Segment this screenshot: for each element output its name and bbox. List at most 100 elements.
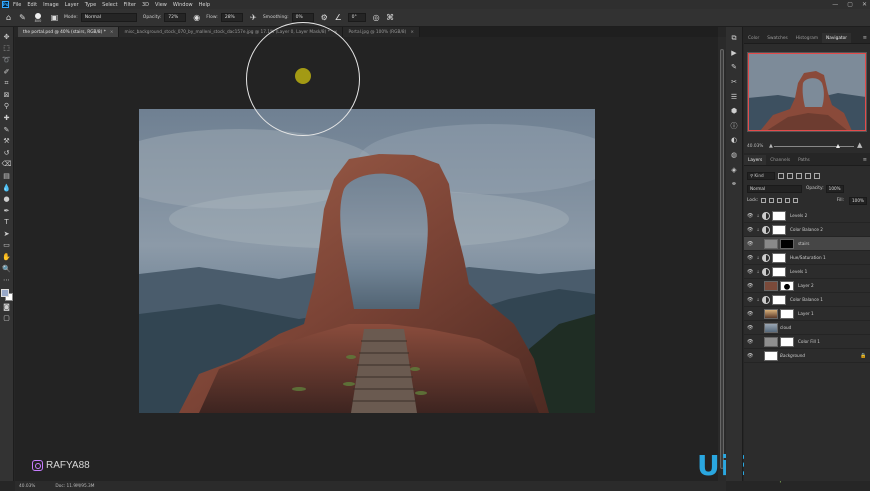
layer-row-layer-2[interactable]: 👁 Layer 2 — [744, 279, 870, 293]
brush-preset-picker[interactable]: 800 — [32, 12, 44, 24]
smart-object-filter-icon[interactable] — [814, 172, 820, 179]
tab-channels[interactable]: Channels — [766, 155, 794, 165]
menu-filter[interactable]: Filter — [124, 2, 136, 8]
home-icon[interactable]: ⌂ — [4, 13, 13, 22]
layer-opacity-field[interactable]: 100% — [825, 184, 844, 193]
adjustment-filter-icon[interactable] — [787, 172, 793, 179]
minimize-icon[interactable]: — — [832, 1, 838, 8]
path-select-tool-icon[interactable]: ➤ — [2, 229, 12, 239]
play-actions-icon[interactable]: ▶ — [729, 48, 739, 58]
layer-row-color-fill-1[interactable]: 👁 Color Fill 1 — [744, 335, 870, 349]
layer-row-levels-2[interactable]: 👁 ↓ Levels 2 — [744, 209, 870, 223]
lock-transparent-icon[interactable] — [761, 198, 767, 203]
panel-menu-icon[interactable]: ≡ — [863, 35, 867, 41]
layer-thumbnail[interactable] — [764, 280, 778, 291]
mode-select[interactable]: Normal — [80, 13, 137, 22]
type-filter-icon[interactable] — [796, 172, 802, 179]
more-tools-icon[interactable]: ⋯ — [2, 275, 12, 285]
pressure-size-icon[interactable]: ◎ — [372, 13, 381, 22]
menu-view[interactable]: View — [155, 2, 167, 8]
layer-mask-thumbnail[interactable] — [772, 294, 786, 305]
brush-tool-icon[interactable]: ✎ — [18, 13, 27, 22]
visibility-eye-icon[interactable]: 👁 — [747, 227, 754, 233]
tab-portal-jpg[interactable]: Portal.jpg @ 100% (RGB/8) × — [343, 27, 420, 37]
3d-panel-icon[interactable]: ⬢ — [729, 106, 739, 116]
zoom-slider-knob[interactable] — [836, 144, 840, 148]
layer-name[interactable]: Color Balance 1 — [790, 297, 870, 302]
angle-field[interactable]: 0° — [347, 13, 366, 22]
tab-navigator[interactable]: Navigator — [822, 33, 852, 43]
menu-file[interactable]: File — [13, 2, 21, 8]
type-tool-icon[interactable]: T — [2, 217, 12, 227]
visibility-eye-icon[interactable]: 👁 — [747, 255, 754, 261]
layer-name[interactable]: Hue/Saturation 1 — [790, 255, 870, 260]
zoom-level[interactable]: 40.03% — [19, 484, 35, 489]
canvas-area[interactable] — [15, 22, 718, 481]
angle-icon[interactable]: ∠ — [334, 13, 343, 22]
opacity-field[interactable]: 72% — [164, 13, 187, 22]
visibility-eye-icon[interactable]: 👁 — [747, 213, 754, 219]
shape-tool-icon[interactable]: ▭ — [2, 240, 12, 250]
layer-name[interactable]: Levels 1 — [790, 269, 870, 274]
layer-name[interactable]: stairs — [798, 241, 870, 246]
layer-row-cloud[interactable]: 👁 cloud — [744, 321, 870, 335]
menu-3d[interactable]: 3D — [142, 2, 149, 8]
visibility-eye-icon[interactable]: 👁 — [747, 283, 754, 289]
smoothing-field[interactable]: 0% — [291, 13, 314, 22]
layer-mask-thumbnail[interactable] — [772, 210, 786, 221]
pixel-filter-icon[interactable] — [778, 172, 784, 179]
layer-name[interactable]: cloud — [780, 325, 870, 330]
layer-row-levels-1[interactable]: 👁 ↓ Levels 1 — [744, 265, 870, 279]
gradient-tool-icon[interactable]: ▤ — [2, 171, 12, 181]
crop-tool-icon[interactable]: ⌗ — [2, 78, 12, 88]
close-icon[interactable]: ✕ — [862, 1, 867, 8]
layer-mask-thumbnail[interactable] — [780, 308, 794, 319]
document-canvas[interactable] — [139, 109, 595, 413]
layer-name[interactable]: Levels 2 — [790, 213, 870, 218]
pen-tool-icon[interactable]: ✒ — [2, 206, 12, 216]
channels-panel-icon[interactable]: ⚭ — [729, 179, 739, 189]
layer-row-background[interactable]: 👁 Background 🔒 — [744, 349, 870, 363]
hand-tool-icon[interactable]: ✋ — [2, 252, 12, 262]
shape-filter-icon[interactable] — [805, 172, 811, 179]
layer-name[interactable]: Color Fill 1 — [798, 339, 870, 344]
layer-name[interactable]: Background — [780, 353, 860, 358]
visibility-eye-icon[interactable]: 👁 — [747, 353, 754, 359]
restore-icon[interactable]: ▢ — [847, 1, 853, 8]
menu-layer[interactable]: Layer — [65, 2, 79, 8]
layer-row-color-balance-1[interactable]: 👁 ↓ Color Balance 1 — [744, 293, 870, 307]
navigator-zoom-value[interactable]: 40.03% — [747, 144, 763, 149]
layer-thumbnail[interactable] — [764, 308, 778, 319]
kind-filter-select[interactable]: ⚲ Kind — [747, 171, 775, 180]
zoom-in-icon[interactable]: ▲ — [857, 141, 862, 149]
pressure-opacity-icon[interactable]: ◉ — [192, 13, 201, 22]
lock-artboard-icon[interactable] — [785, 198, 791, 203]
quick-mask-icon[interactable]: ◙ — [2, 302, 12, 312]
clone-stamp-tool-icon[interactable]: ⚒ — [2, 136, 12, 146]
layer-row-layer-1[interactable]: 👁 Layer 1 — [744, 307, 870, 321]
lasso-tool-icon[interactable]: ➰ — [2, 55, 12, 65]
menu-window[interactable]: Window — [173, 2, 193, 8]
layer-mask-thumbnail[interactable] — [772, 266, 786, 277]
blur-tool-icon[interactable]: 💧 — [2, 183, 12, 193]
layer-mask-thumbnail[interactable] — [780, 238, 794, 249]
lock-position-icon[interactable] — [777, 198, 783, 203]
layer-name[interactable]: Layer 1 — [798, 311, 870, 316]
gear-icon[interactable]: ⚙ — [320, 13, 329, 22]
menu-select[interactable]: Select — [102, 2, 117, 8]
menu-edit[interactable]: Edit — [27, 2, 37, 8]
dodge-tool-icon[interactable]: ● — [2, 194, 12, 204]
layer-thumbnail[interactable] — [764, 322, 778, 333]
layer-mask-thumbnail[interactable] — [780, 336, 794, 347]
navigator-view-rect[interactable] — [748, 53, 866, 131]
history-panel-icon[interactable]: ⧉ — [729, 33, 739, 43]
zoom-out-icon[interactable]: ▲ — [769, 143, 773, 149]
screen-mode-icon[interactable]: ▢ — [2, 313, 12, 323]
close-tab-icon[interactable]: × — [110, 30, 114, 35]
visibility-eye-icon[interactable]: 👁 — [747, 311, 754, 317]
fill-layer-thumbnail[interactable] — [764, 336, 778, 347]
properties-panel-icon[interactable]: ☰ — [729, 92, 739, 102]
menu-help[interactable]: Help — [199, 2, 210, 8]
visibility-eye-icon[interactable]: 👁 — [747, 269, 754, 275]
visibility-eye-icon[interactable]: 👁 — [747, 297, 754, 303]
